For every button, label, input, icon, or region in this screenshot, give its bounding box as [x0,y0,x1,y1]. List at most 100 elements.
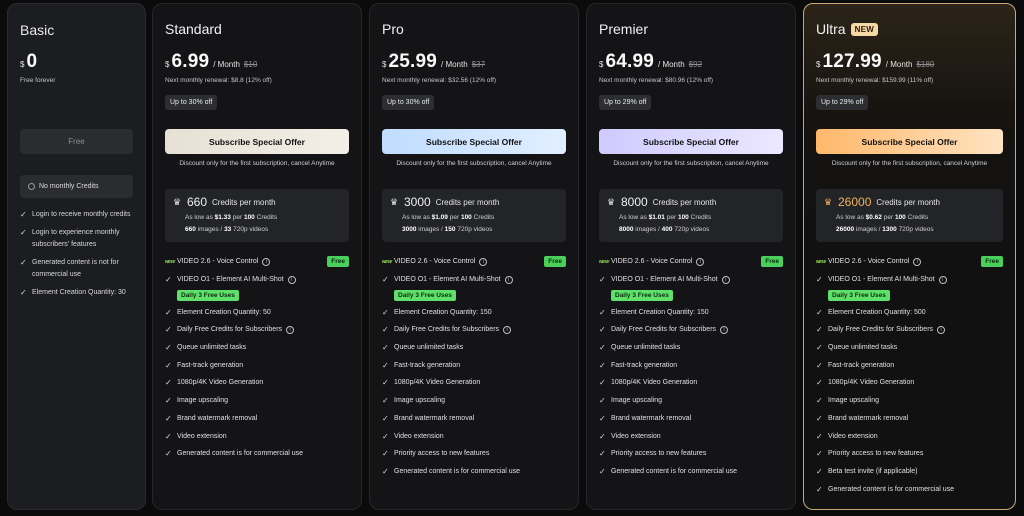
check-icon: ✓ [165,360,172,370]
list-item: ✓ Generated content is not for commercial… [20,257,137,282]
info-icon[interactable]: i [720,325,729,334]
feature-item: ✓ Video extension [382,427,570,445]
feature-item: ✓ VIDEO O1 - Element AI Multi-Shot i [816,271,1007,289]
discount-badge: Up to 29% off [599,95,652,110]
credit-text-as-low-suffix: Credits [256,214,278,221]
feature-item: ✓ Generated content is for commercial use [599,463,787,481]
feature-text: Fast-track generation [611,361,678,369]
plan-name-label: Ultra [816,21,846,37]
feature-item: ✓ Fast-track generation [599,356,787,374]
info-icon[interactable]: i [479,257,488,266]
feature-text: Daily Free Credits for Subscribers [394,326,500,334]
feature-item: ✓ Image upscaling [165,392,353,410]
feature-text: Fast-track generation [394,361,461,369]
new-badge: NEW [850,22,879,36]
feature-item: ✓ Video extension [816,427,1007,445]
feature-text: Video extension [828,432,878,440]
check-icon: ✓ [599,431,606,441]
original-price: $92 [688,60,703,69]
check-icon: ✓ [816,466,823,476]
daily-free-uses-badge: Daily 3 Free Uses [177,290,239,302]
feature-text: Brand watermark removal [611,414,692,422]
feature-text: Daily Free Credits for Subscribers [611,326,717,334]
credit-text-as-low-mid: per [666,214,677,221]
no-credits-box: No monthly Credits [20,175,133,198]
feature-text: Element Creation Quantity: 150 [394,308,492,316]
plan-name-label: Pro [382,21,404,37]
info-icon[interactable]: i [721,275,730,284]
info-icon[interactable]: i [938,275,947,284]
plan-name-basic: Basic [20,22,55,38]
info-icon[interactable]: i [504,275,513,284]
info-icon[interactable]: i [503,325,512,334]
subscribe-note: Discount only for the first subscription… [179,160,335,167]
credit-text-as-low-suffix: Credits [907,214,929,221]
feature-item: ✓ Daily Free Credits for Subscribers i [599,321,787,339]
credit-text-as-low-suffix: Credits [473,214,495,221]
discount-badge: Up to 30% off [382,95,435,110]
daily-uses-row: Daily 3 Free Uses [382,288,570,303]
feature-item: ✓ Priority access to new features [599,445,787,463]
estimate-videos: 400 [661,226,673,233]
feature-item: ✓ 1080p/4K Video Generation [599,374,787,392]
info-icon[interactable]: i [286,325,295,334]
estimate-videos-label: 720p videos [233,226,269,233]
credit-text-as-low-price: $0.62 [865,214,882,221]
estimate-images-label: images / [855,226,881,233]
new-tag-icon: NEW [599,259,609,265]
credit-text-as-low-prefix: As low as [619,214,647,221]
crown-icon: ♛ [173,197,182,207]
info-icon[interactable]: i [913,257,922,266]
free-button[interactable]: Free [20,129,133,154]
check-icon: ✓ [599,396,606,406]
info-icon[interactable]: i [262,257,271,266]
feature-item: ✓ Daily Free Credits for Subscribers i [382,321,570,339]
feature-text: Brand watermark removal [394,414,475,422]
renewal-note: Next monthly renewal: $8.8 (12% off) [165,77,272,84]
feature-item: NEW VIDEO 2.6 - Voice Control i Free [816,253,1007,271]
check-icon: ✓ [816,275,823,285]
feature-item: ✓ Daily Free Credits for Subscribers i [816,321,1007,339]
feature-item: ✓ Queue unlimited tasks [816,339,1007,357]
subscribe-button-standard[interactable]: Subscribe Special Offer [165,129,349,154]
feature-item: ✓ Generated content is for commercial use [382,463,570,481]
currency-symbol: $ [382,60,387,69]
check-icon: ✓ [165,343,172,353]
feature-text: Priority access to new features [611,450,707,458]
feature-item: ✓ Priority access to new features [816,445,1007,463]
credits-title: ♛ 8000 Credits per month [607,195,775,209]
price-period: / Month [441,60,468,69]
info-icon[interactable]: i [287,275,296,284]
info-icon[interactable]: i [696,257,705,266]
original-price: $10 [243,60,258,69]
subscribe-button-ultra[interactable]: Subscribe Special Offer [816,129,1003,154]
credits-box: ♛ 26000 Credits per month As low as $0.62 p… [816,189,1003,242]
feature-item: NEW VIDEO 2.6 - Voice Control i Free [599,253,787,271]
credits-amount: 660 [187,195,208,209]
free-badge: Free [981,256,1003,268]
currency-symbol: $ [816,60,821,69]
price-pro: $25.99 / Month $37 [382,51,485,73]
credit-text-as-low-mid: per [449,214,460,221]
subscribe-button-pro[interactable]: Subscribe Special Offer [382,129,566,154]
info-icon[interactable]: i [937,325,946,334]
feature-text: Generated content is for commercial use [611,467,738,475]
price-basic: $ 0 [20,51,37,73]
feature-text: Element Creation Quantity: 50 [177,308,271,316]
subscribe-button-premier[interactable]: Subscribe Special Offer [599,129,783,154]
check-icon: ✓ [165,396,172,406]
estimate-videos-label: 720p videos [898,226,934,233]
credit-text-as-low-prefix: As low as [402,214,430,221]
feature-item: ✓ VIDEO O1 - Element AI Multi-Shot i [382,271,570,289]
credit-text-as-low-price: $1.33 [214,214,231,221]
feature-text: Priority access to new features [828,450,924,458]
free-badge: Free [544,256,566,268]
feature-item: ✓ Queue unlimited tasks [599,339,787,357]
check-icon: ✓ [382,307,389,317]
output-estimate: 8000 images / 400 720p videos [607,226,775,233]
check-icon: ✓ [816,484,823,494]
plan-name-label: Premier [599,21,649,37]
feature-text: 1080p/4K Video Generation [394,379,481,387]
feature-text: Brand watermark removal [177,414,258,422]
feature-item: ✓ Generated content is for commercial use [165,445,353,463]
